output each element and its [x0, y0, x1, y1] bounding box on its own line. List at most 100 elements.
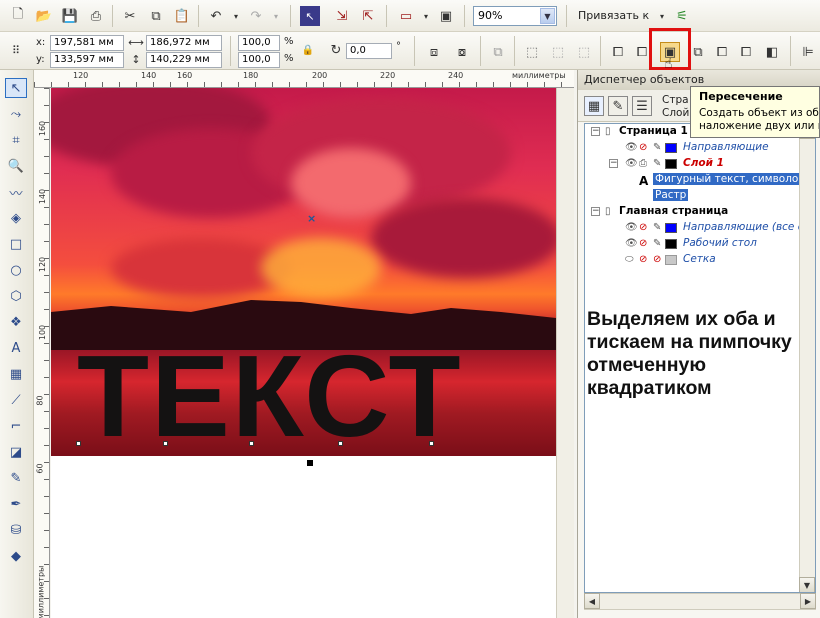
print-disabled-icon[interactable]: ⊘ [639, 222, 647, 233]
drawing-canvas[interactable]: ТЕКСТ × [51, 88, 574, 618]
shape-tool-icon[interactable]: ⤳ [5, 104, 27, 124]
print-disabled-icon[interactable]: ⊘ [639, 238, 647, 249]
pencil-icon[interactable]: ✎ [653, 158, 661, 169]
crop-tool-icon[interactable]: ⌗ [5, 130, 27, 150]
zoom-tool-icon[interactable]: 🔍 [5, 156, 27, 176]
collapse-icon[interactable]: − [591, 207, 600, 216]
tree-row-master-guides[interactable]: 👁 ⊘ ✎ Направляющие (все стр [585, 220, 815, 236]
create-boundary-icon[interactable]: ◧ [762, 42, 782, 62]
front-minus-back-icon[interactable]: ⧠ [712, 42, 732, 62]
paste-icon[interactable]: 📋 [172, 6, 192, 26]
edit-across-layers-icon[interactable]: ✎ [608, 96, 628, 116]
dimension-tool-icon[interactable]: ⟋ [5, 390, 27, 410]
width-field[interactable]: 186,972 мм [146, 35, 222, 51]
search-content-icon[interactable]: ↖ [300, 6, 320, 26]
cut-icon[interactable]: ✂ [120, 6, 140, 26]
collapse-icon[interactable]: − [609, 159, 618, 168]
basic-shapes-tool-icon[interactable]: ❖ [5, 312, 27, 332]
canvas-vertical-scrollbar[interactable] [556, 88, 574, 618]
table-tool-icon[interactable]: ▦ [5, 364, 27, 384]
scroll-down-icon[interactable]: ▼ [799, 577, 815, 592]
scroll-right-icon[interactable]: ▶ [800, 593, 816, 609]
selection-handle[interactable] [249, 441, 254, 446]
pencil-icon[interactable]: ✎ [653, 238, 661, 249]
scale-y-field[interactable]: 100,0 [238, 52, 280, 68]
undo-dropdown-icon[interactable]: ▾ [226, 6, 246, 26]
tree-row-guides[interactable]: 👁 ⊘ ✎ Направляющие [585, 140, 815, 156]
printer-icon[interactable]: ⎙ [639, 158, 647, 169]
pencil-icon[interactable]: ✎ [653, 142, 661, 153]
x-position-field[interactable]: 197,581 мм [50, 35, 124, 51]
zoom-level-select[interactable]: 90% ▼ [473, 6, 557, 26]
outline-tool-icon[interactable]: ✒ [5, 494, 27, 514]
eye-closed-icon[interactable]: ⬭ [625, 254, 634, 265]
ungroup-all-icon[interactable]: ⬚ [574, 42, 594, 62]
pencil-icon[interactable]: ✎ [653, 222, 661, 233]
rectangle-tool-icon[interactable]: □ [5, 234, 27, 254]
y-position-field[interactable]: 133,597 мм [50, 52, 124, 68]
lock-ratio-icon[interactable]: 🔒 [300, 42, 316, 58]
ellipse-tool-icon[interactable]: ○ [5, 260, 27, 280]
print-disabled-icon[interactable]: ⊘ [639, 254, 647, 265]
mirror-vertical-icon[interactable]: ⧇ [452, 42, 472, 62]
snap-dropdown-icon[interactable]: ▾ [652, 6, 672, 26]
selection-handle[interactable] [307, 460, 313, 466]
weld-icon[interactable]: ⧠ [608, 42, 628, 62]
save-icon[interactable]: 💾 [60, 6, 80, 26]
snap-to-label[interactable]: Привязать к [578, 9, 649, 22]
print-icon[interactable]: ⎙ [86, 6, 106, 26]
group-icon[interactable]: ⬚ [522, 42, 542, 62]
layer-manager-view-icon[interactable]: ☰ [632, 96, 652, 116]
align-distribute-icon[interactable]: ⊫ [798, 42, 818, 62]
welcome-screen-icon[interactable]: ▣ [436, 6, 456, 26]
mirror-horizontal-icon[interactable]: ⧈ [424, 42, 444, 62]
selection-handle[interactable] [338, 441, 343, 446]
tree-row-grid[interactable]: ⬭ ⊘ ⊘ Сетка [585, 252, 815, 268]
blend-tool-icon[interactable]: ◪ [5, 442, 27, 462]
scale-x-field[interactable]: 100,0 [238, 35, 280, 51]
undo-icon[interactable]: ↶ [206, 6, 226, 26]
eyedropper-tool-icon[interactable]: ✎ [5, 468, 27, 488]
application-launcher-icon[interactable]: ▭ [396, 6, 416, 26]
eye-icon[interactable]: 👁 [625, 142, 638, 153]
tree-row-desktop[interactable]: 👁 ⊘ ✎ Рабочий стол [585, 236, 815, 252]
interactive-fill-tool-icon[interactable]: ◆ [5, 546, 27, 566]
ungroup-icon[interactable]: ⬚ [548, 42, 568, 62]
show-properties-icon[interactable]: ▦ [584, 96, 604, 116]
eye-icon[interactable]: 👁 [625, 222, 638, 233]
redo-icon[interactable]: ↷ [246, 6, 266, 26]
export-icon[interactable]: ⇱ [358, 6, 378, 26]
selection-handle[interactable] [163, 441, 168, 446]
center-mark-icon[interactable]: × [307, 212, 316, 225]
copy-icon[interactable]: ⧉ [146, 6, 166, 26]
launcher-dropdown-icon[interactable]: ▾ [416, 6, 436, 26]
fill-tool-icon[interactable]: ⛁ [5, 520, 27, 540]
height-field[interactable]: 140,229 мм [146, 52, 222, 68]
redo-dropdown-icon[interactable]: ▾ [266, 6, 286, 26]
tree-row-layer1[interactable]: − 👁 ⎙ ✎ Слой 1 [585, 156, 815, 172]
big-text-object[interactable]: ТЕКСТ [77, 339, 463, 455]
tree-row-text-object[interactable]: A Фигурный текст, символов: А [585, 172, 815, 188]
rotation-angle-field[interactable]: 0,0 [346, 43, 392, 59]
import-icon[interactable]: ⇲ [332, 6, 352, 26]
connector-tool-icon[interactable]: ⌐ [5, 416, 27, 436]
simplify-icon[interactable]: ⧉ [688, 42, 708, 62]
selection-handle[interactable] [76, 441, 81, 446]
text-tool-icon[interactable]: A [5, 338, 27, 358]
edit-disabled-icon[interactable]: ⊘ [653, 254, 661, 265]
eye-icon[interactable]: 👁 [625, 238, 638, 249]
back-minus-front-icon[interactable]: ⧠ [736, 42, 756, 62]
eye-icon[interactable]: 👁 [625, 158, 638, 169]
freehand-tool-icon[interactable]: 〰 [5, 182, 27, 202]
print-disabled-icon[interactable]: ⊘ [639, 142, 647, 153]
tree-horizontal-scrollbar[interactable]: ◀ ▶ [584, 593, 816, 610]
sunset-bitmap[interactable]: ТЕКСТ × [51, 88, 556, 456]
horizontal-ruler[interactable]: 120 140 160 180 200 220 240 миллиметры [34, 70, 574, 88]
smart-fill-tool-icon[interactable]: ◈ [5, 208, 27, 228]
combine-icon[interactable]: ⧉ [488, 42, 508, 62]
options-icon[interactable]: ⚟ [672, 6, 692, 26]
scroll-left-icon[interactable]: ◀ [584, 593, 600, 609]
collapse-icon[interactable]: − [591, 127, 600, 136]
tree-row-master-page[interactable]: − ▯ Главная страница [585, 204, 815, 220]
open-folder-icon[interactable]: 📂 [34, 6, 54, 26]
